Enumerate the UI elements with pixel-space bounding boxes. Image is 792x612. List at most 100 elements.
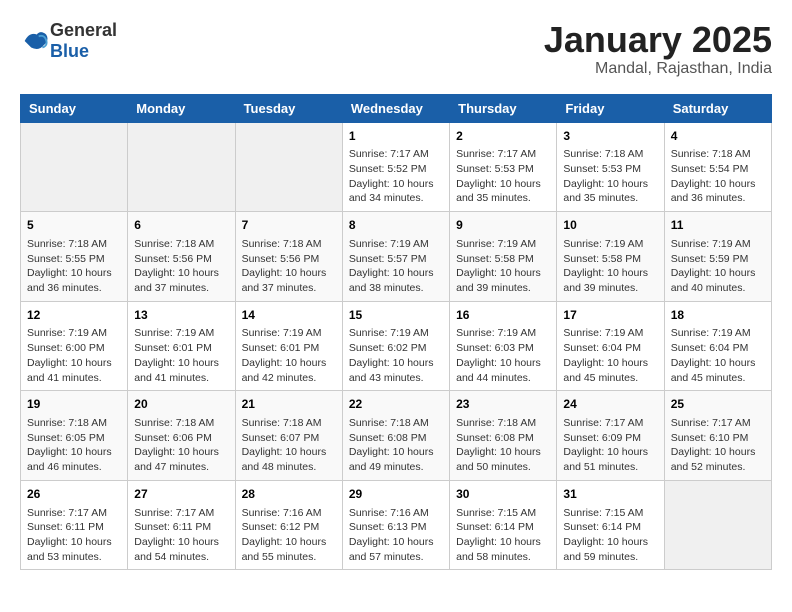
calendar-cell: 9Sunrise: 7:19 AMSunset: 5:58 PMDaylight… xyxy=(450,212,557,302)
calendar-cell: 29Sunrise: 7:16 AMSunset: 6:13 PMDayligh… xyxy=(342,480,449,570)
day-info: and 51 minutes. xyxy=(563,460,657,475)
day-number: 6 xyxy=(134,217,228,234)
day-info: Sunset: 5:53 PM xyxy=(563,162,657,177)
calendar-cell: 28Sunrise: 7:16 AMSunset: 6:12 PMDayligh… xyxy=(235,480,342,570)
calendar-cell: 30Sunrise: 7:15 AMSunset: 6:14 PMDayligh… xyxy=(450,480,557,570)
calendar-cell: 26Sunrise: 7:17 AMSunset: 6:11 PMDayligh… xyxy=(21,480,128,570)
day-info: Daylight: 10 hours xyxy=(27,445,121,460)
month-title: January 2025 xyxy=(544,20,772,60)
day-info: and 39 minutes. xyxy=(563,281,657,296)
day-number: 24 xyxy=(563,396,657,413)
day-info: Sunset: 5:53 PM xyxy=(456,162,550,177)
day-info: Daylight: 10 hours xyxy=(27,356,121,371)
day-number: 18 xyxy=(671,307,765,324)
day-number: 20 xyxy=(134,396,228,413)
day-info: Sunrise: 7:18 AM xyxy=(563,147,657,162)
day-info: Sunset: 5:55 PM xyxy=(27,252,121,267)
day-info: Daylight: 10 hours xyxy=(134,356,228,371)
day-info: Daylight: 10 hours xyxy=(456,356,550,371)
day-info: Sunrise: 7:19 AM xyxy=(134,326,228,341)
day-info: and 49 minutes. xyxy=(349,460,443,475)
day-info: Daylight: 10 hours xyxy=(563,266,657,281)
day-info: Sunrise: 7:19 AM xyxy=(456,326,550,341)
day-info: Sunset: 5:59 PM xyxy=(671,252,765,267)
calendar-cell: 21Sunrise: 7:18 AMSunset: 6:07 PMDayligh… xyxy=(235,391,342,481)
day-info: Sunset: 6:04 PM xyxy=(563,341,657,356)
day-info: and 57 minutes. xyxy=(349,550,443,565)
day-info: Sunrise: 7:19 AM xyxy=(349,237,443,252)
weekday-header-thursday: Thursday xyxy=(450,94,557,122)
day-number: 1 xyxy=(349,128,443,145)
calendar-cell xyxy=(235,122,342,212)
day-info: and 41 minutes. xyxy=(134,371,228,386)
day-info: Sunset: 6:01 PM xyxy=(134,341,228,356)
day-info: Daylight: 10 hours xyxy=(456,535,550,550)
day-info: and 43 minutes. xyxy=(349,371,443,386)
day-info: and 37 minutes. xyxy=(134,281,228,296)
day-number: 9 xyxy=(456,217,550,234)
day-info: and 38 minutes. xyxy=(349,281,443,296)
weekday-header-row: SundayMondayTuesdayWednesdayThursdayFrid… xyxy=(21,94,772,122)
day-info: and 44 minutes. xyxy=(456,371,550,386)
calendar-cell: 14Sunrise: 7:19 AMSunset: 6:01 PMDayligh… xyxy=(235,301,342,391)
day-info: Sunset: 6:04 PM xyxy=(671,341,765,356)
day-info: Daylight: 10 hours xyxy=(563,177,657,192)
logo-general: General xyxy=(50,20,117,40)
day-info: Daylight: 10 hours xyxy=(242,356,336,371)
day-info: and 34 minutes. xyxy=(349,191,443,206)
calendar-cell: 6Sunrise: 7:18 AMSunset: 5:56 PMDaylight… xyxy=(128,212,235,302)
day-info: and 53 minutes. xyxy=(27,550,121,565)
calendar-cell: 10Sunrise: 7:19 AMSunset: 5:58 PMDayligh… xyxy=(557,212,664,302)
day-info: Sunrise: 7:19 AM xyxy=(671,237,765,252)
day-info: Sunset: 6:11 PM xyxy=(134,520,228,535)
day-info: Daylight: 10 hours xyxy=(349,356,443,371)
calendar-week-2: 5Sunrise: 7:18 AMSunset: 5:55 PMDaylight… xyxy=(21,212,772,302)
day-number: 3 xyxy=(563,128,657,145)
calendar-cell: 5Sunrise: 7:18 AMSunset: 5:55 PMDaylight… xyxy=(21,212,128,302)
day-info: and 35 minutes. xyxy=(563,191,657,206)
day-number: 15 xyxy=(349,307,443,324)
day-number: 25 xyxy=(671,396,765,413)
location-title: Mandal, Rajasthan, India xyxy=(544,60,772,78)
day-info: and 54 minutes. xyxy=(134,550,228,565)
day-number: 21 xyxy=(242,396,336,413)
day-number: 4 xyxy=(671,128,765,145)
day-number: 7 xyxy=(242,217,336,234)
day-info: Daylight: 10 hours xyxy=(456,445,550,460)
day-info: Sunset: 6:03 PM xyxy=(456,341,550,356)
day-info: Sunset: 6:05 PM xyxy=(27,431,121,446)
day-info: and 48 minutes. xyxy=(242,460,336,475)
day-info: Sunset: 6:07 PM xyxy=(242,431,336,446)
day-info: and 40 minutes. xyxy=(671,281,765,296)
day-info: Daylight: 10 hours xyxy=(671,356,765,371)
day-info: Sunrise: 7:16 AM xyxy=(349,506,443,521)
day-info: Sunset: 6:02 PM xyxy=(349,341,443,356)
day-info: and 58 minutes. xyxy=(456,550,550,565)
day-info: and 59 minutes. xyxy=(563,550,657,565)
day-info: Sunrise: 7:18 AM xyxy=(27,416,121,431)
day-info: Sunset: 5:54 PM xyxy=(671,162,765,177)
calendar-cell: 7Sunrise: 7:18 AMSunset: 5:56 PMDaylight… xyxy=(235,212,342,302)
day-info: Sunrise: 7:17 AM xyxy=(349,147,443,162)
day-number: 14 xyxy=(242,307,336,324)
day-info: Sunset: 5:52 PM xyxy=(349,162,443,177)
day-info: Sunrise: 7:19 AM xyxy=(456,237,550,252)
calendar-week-5: 26Sunrise: 7:17 AMSunset: 6:11 PMDayligh… xyxy=(21,480,772,570)
day-info: and 36 minutes. xyxy=(671,191,765,206)
logo-icon xyxy=(20,27,48,55)
day-info: Daylight: 10 hours xyxy=(134,266,228,281)
day-info: and 36 minutes. xyxy=(27,281,121,296)
calendar-cell: 3 Sunrise: 7:18 AMSunset: 5:53 PMDaylight… xyxy=(557,122,664,212)
day-info: Daylight: 10 hours xyxy=(671,177,765,192)
day-info: and 52 minutes. xyxy=(671,460,765,475)
day-info: Daylight: 10 hours xyxy=(563,445,657,460)
calendar-cell: 20Sunrise: 7:18 AMSunset: 6:06 PMDayligh… xyxy=(128,391,235,481)
day-info: Sunset: 6:10 PM xyxy=(671,431,765,446)
logo-blue: Blue xyxy=(50,41,89,61)
day-number: 2 xyxy=(456,128,550,145)
day-info: Sunrise: 7:17 AM xyxy=(456,147,550,162)
day-info: Sunrise: 7:18 AM xyxy=(456,416,550,431)
day-info: Sunrise: 7:15 AM xyxy=(456,506,550,521)
day-info: Daylight: 10 hours xyxy=(456,177,550,192)
day-number: 17 xyxy=(563,307,657,324)
